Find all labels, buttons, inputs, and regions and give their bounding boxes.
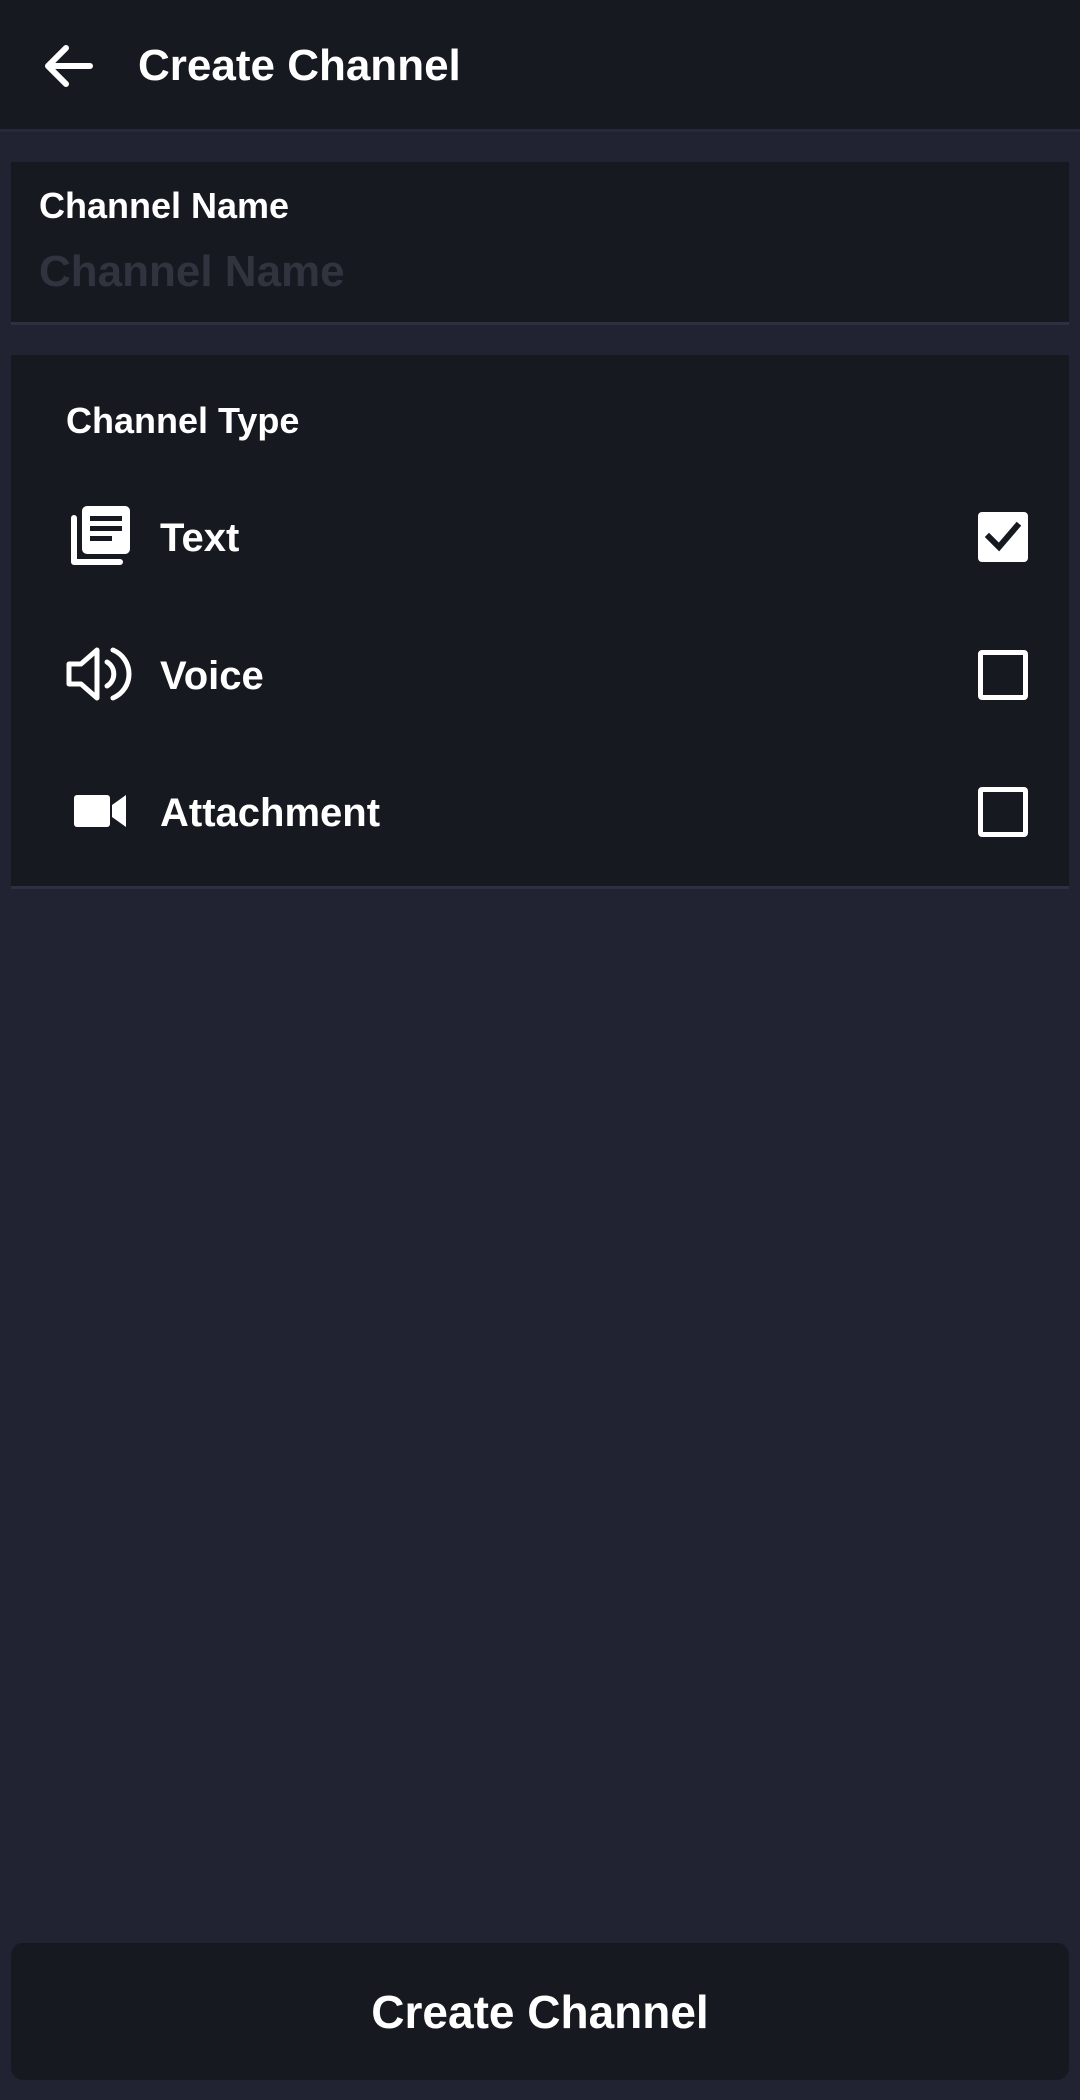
create-channel-button[interactable]: Create Channel <box>11 1943 1069 2080</box>
page-title: Create Channel <box>138 41 461 90</box>
checkbox-attachment[interactable] <box>978 787 1028 837</box>
option-label: Text <box>160 516 240 560</box>
channel-name-label: Channel Name <box>39 185 290 226</box>
checkbox-text[interactable] <box>978 512 1028 562</box>
channel-type-option-voice[interactable]: Voice <box>11 619 1069 729</box>
back-button[interactable] <box>36 34 100 98</box>
channel-name-section: Channel Name <box>11 162 1069 325</box>
arrow-left-icon <box>45 45 93 87</box>
app-header: Create Channel <box>0 0 1080 132</box>
channel-type-option-text[interactable]: Text <box>11 481 1069 591</box>
checkmark-icon <box>984 521 1022 552</box>
video-camera-icon <box>65 776 135 846</box>
checkbox-voice[interactable] <box>978 650 1028 700</box>
channel-type-label: Channel Type <box>66 400 300 441</box>
channel-name-input[interactable] <box>39 240 1039 304</box>
channel-type-option-attachment[interactable]: Attachment <box>11 756 1069 866</box>
channel-type-section: Channel Type Text Voice Attachment <box>11 355 1069 889</box>
text-document-icon <box>65 501 135 571</box>
option-label: Voice <box>160 654 264 698</box>
speaker-icon <box>65 639 135 709</box>
option-label: Attachment <box>160 791 381 835</box>
